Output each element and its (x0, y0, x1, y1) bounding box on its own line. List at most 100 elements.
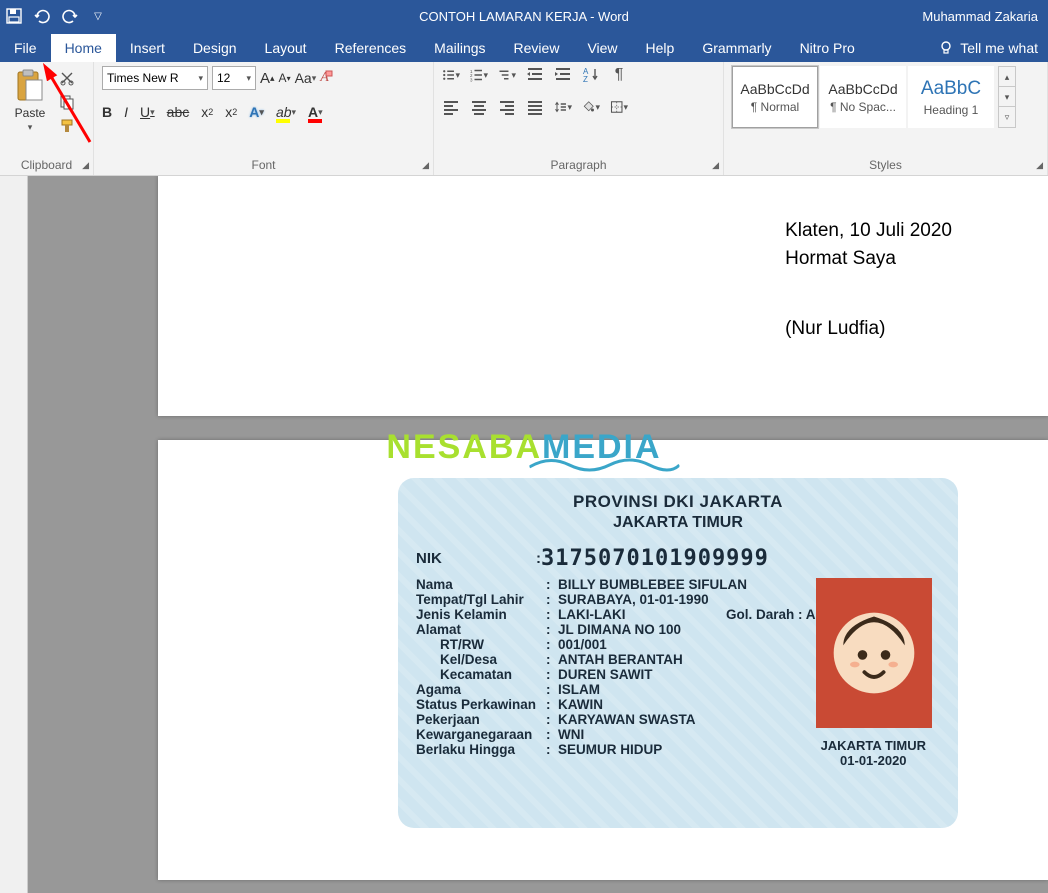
increase-indent-button[interactable] (554, 66, 572, 84)
letter-date[interactable]: Klaten, 10 Juli 2020 (785, 220, 952, 242)
tab-grammarly[interactable]: Grammarly (688, 34, 785, 62)
group-label-paragraph: Paragraph◢ (442, 156, 715, 175)
id-card[interactable]: PROVINSI DKI JAKARTA JAKARTA TIMUR NIK :… (398, 478, 958, 828)
tab-view[interactable]: View (573, 34, 631, 62)
id-field-label: Berlaku Hingga (416, 742, 546, 757)
font-name-selector[interactable]: Times New R ▾ (102, 66, 208, 90)
dialog-launcher-icon[interactable]: ◢ (422, 160, 429, 171)
id-province: PROVINSI DKI JAKARTA (416, 492, 940, 512)
subscript-button[interactable]: x2 (201, 104, 213, 120)
sort-button[interactable]: AZ (582, 66, 600, 84)
decrease-indent-button[interactable] (526, 66, 544, 84)
ribbon-tabs: File Home Insert Design Layout Reference… (0, 32, 1048, 62)
multilevel-list-button[interactable]: ▾ (498, 66, 516, 84)
font-size-value: 12 (217, 71, 230, 85)
redo-icon[interactable] (62, 8, 78, 24)
id-photo (816, 578, 932, 728)
tab-design[interactable]: Design (179, 34, 251, 62)
chevron-down-icon: ▾ (28, 122, 33, 133)
gallery-expand-icon[interactable]: ▿ (999, 107, 1015, 127)
page-1[interactable]: Klaten, 10 Juli 2020 Hormat Saya (Nur Lu… (158, 176, 1048, 416)
id-issue-block: JAKARTA TIMUR 01-01-2020 (821, 738, 926, 768)
styles-gallery-more[interactable]: ▴▾▿ (998, 66, 1016, 128)
letter-greeting[interactable]: Hormat Saya (785, 248, 952, 270)
id-field-label: Nama (416, 577, 546, 592)
id-field-value: KARYAWAN SWASTA (558, 712, 696, 727)
tell-me-label: Tell me what (960, 40, 1038, 56)
tell-me-search[interactable]: Tell me what (928, 34, 1048, 62)
align-left-button[interactable] (442, 98, 460, 116)
page-2[interactable]: PROVINSI DKI JAKARTA JAKARTA TIMUR NIK :… (158, 440, 1048, 880)
dialog-launcher-icon[interactable]: ◢ (82, 160, 89, 171)
increase-font-button[interactable]: A▴ (260, 70, 275, 87)
id-city: JAKARTA TIMUR (416, 514, 940, 532)
borders-button[interactable]: ▾ (610, 98, 628, 116)
style-name: ¶ No Spac... (830, 100, 896, 114)
page-canvas[interactable]: Klaten, 10 Juli 2020 Hormat Saya (Nur Lu… (28, 176, 1048, 893)
superscript-button[interactable]: x2 (225, 104, 237, 120)
id-nik-row: NIK : 3175070101909999 (416, 546, 940, 571)
save-icon[interactable] (6, 8, 22, 24)
id-nik-value: 3175070101909999 (541, 546, 769, 571)
user-name[interactable]: Muhammad Zakaria (922, 9, 1042, 24)
underline-button[interactable]: U ▾ (140, 104, 155, 120)
show-marks-button[interactable]: ¶ (610, 66, 628, 84)
style-preview: AaBbCcDd (740, 81, 809, 100)
tab-insert[interactable]: Insert (116, 34, 179, 62)
style--no-spac-[interactable]: AaBbCcDd¶ No Spac... (820, 66, 906, 128)
clear-formatting-button[interactable]: A (320, 70, 329, 86)
vertical-ruler[interactable] (0, 176, 28, 893)
lightbulb-icon (938, 40, 954, 56)
chevron-down-icon: ▾ (246, 73, 251, 84)
id-issue-city: JAKARTA TIMUR (821, 738, 926, 753)
chevron-down-icon: ▾ (198, 73, 203, 84)
change-case-button[interactable]: Aa ▾ (295, 70, 317, 86)
qat-customize-icon[interactable]: ▽ (90, 8, 106, 24)
undo-icon[interactable] (34, 8, 50, 24)
strikethrough-button[interactable]: abc (167, 104, 190, 120)
align-center-button[interactable] (470, 98, 488, 116)
bullets-button[interactable]: ▾ (442, 66, 460, 84)
id-field-value: ISLAM (558, 682, 600, 697)
letter-signature[interactable]: (Nur Ludfia) (785, 318, 952, 340)
tab-mailings[interactable]: Mailings (420, 34, 499, 62)
dialog-launcher-icon[interactable]: ◢ (712, 160, 719, 171)
align-right-button[interactable] (498, 98, 516, 116)
id-field-value: 001/001 (558, 637, 607, 652)
bold-button[interactable]: B (102, 104, 112, 120)
tab-help[interactable]: Help (632, 34, 689, 62)
font-size-selector[interactable]: 12 ▾ (212, 66, 256, 90)
tab-layout[interactable]: Layout (251, 34, 321, 62)
group-label-font: Font◢ (102, 156, 425, 175)
chevron-up-icon[interactable]: ▴ (999, 67, 1015, 87)
tab-nitro-pro[interactable]: Nitro Pro (786, 34, 869, 62)
dialog-launcher-icon[interactable]: ◢ (1036, 160, 1043, 171)
shading-button[interactable]: ▾ (582, 98, 600, 116)
highlight-button[interactable]: ab ▾ (276, 104, 296, 120)
group-styles: AaBbCcDd¶ NormalAaBbCcDd¶ No Spac...AaBb… (724, 62, 1048, 175)
id-field-label: Pekerjaan (416, 712, 546, 727)
chevron-down-icon[interactable]: ▾ (999, 87, 1015, 107)
title-suffix: - Word (586, 9, 628, 24)
font-name-value: Times New R (107, 71, 179, 85)
id-field-value: KAWIN (558, 697, 603, 712)
id-field-label: Agama (416, 682, 546, 697)
font-color-button[interactable]: A ▾ (308, 104, 323, 120)
id-field-value: ANTAH BERANTAH (558, 652, 683, 667)
quick-access-toolbar: ▽ (6, 8, 106, 24)
letter-closing-block: Klaten, 10 Juli 2020 Hormat Saya (Nur Lu… (785, 220, 952, 346)
decrease-font-button[interactable]: A▾ (279, 71, 291, 85)
numbering-button[interactable]: 123▾ (470, 66, 488, 84)
italic-button[interactable]: I (124, 104, 128, 120)
tab-references[interactable]: References (321, 34, 421, 62)
style--normal[interactable]: AaBbCcDd¶ Normal (732, 66, 818, 128)
justify-button[interactable] (526, 98, 544, 116)
style-name: Heading 1 (924, 103, 979, 117)
text-effects-button[interactable]: A ▾ (249, 104, 264, 120)
tab-review[interactable]: Review (500, 34, 574, 62)
group-paragraph: ▾ 123▾ ▾ AZ ¶ ▾ ▾ ▾ P (434, 62, 724, 175)
line-spacing-button[interactable]: ▾ (554, 98, 572, 116)
id-field-label: Alamat (416, 622, 546, 637)
style-preview: AaBbC (921, 78, 981, 103)
style-heading-1[interactable]: AaBbCHeading 1 (908, 66, 994, 128)
